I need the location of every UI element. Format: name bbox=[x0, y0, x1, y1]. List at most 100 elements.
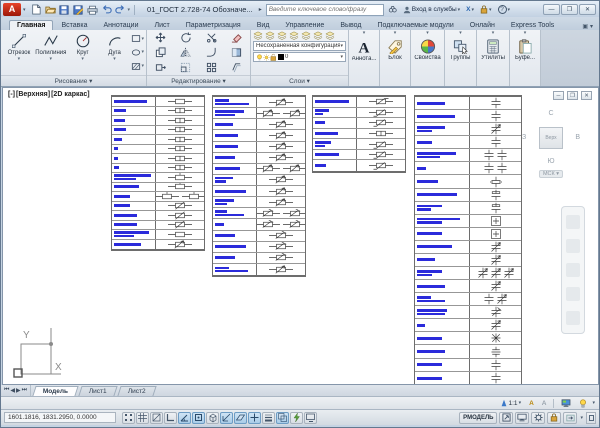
panel-flyout-caret-icon[interactable]: ▾ bbox=[510, 30, 540, 37]
exchange-apps-button[interactable]: X▾ bbox=[464, 3, 476, 16]
toggle-ortho-button[interactable] bbox=[164, 412, 177, 424]
ribbon-tab-аннотации[interactable]: Аннотации bbox=[96, 20, 147, 30]
zoom-icon[interactable] bbox=[566, 263, 580, 277]
toolbar-lock-button[interactable] bbox=[547, 412, 561, 424]
viewport-visual-style-button[interactable]: [2D каркас] bbox=[51, 91, 90, 98]
minimize-button[interactable]: — bbox=[543, 4, 560, 15]
tool-layer-prev[interactable] bbox=[313, 31, 323, 40]
annotation-scale-button[interactable]: 1:1 ▾ bbox=[497, 398, 525, 409]
clean-screen-button[interactable] bbox=[586, 412, 596, 424]
ribbon-tab-параметризация[interactable]: Параметризация bbox=[178, 20, 249, 30]
ribbon-tab-вывод[interactable]: Вывод bbox=[332, 20, 369, 30]
model-space-button[interactable]: РМОДЕЛЬ bbox=[459, 412, 497, 424]
ribbon-tab-онлайн[interactable]: Онлайн bbox=[462, 20, 503, 30]
viewcube-east-label[interactable]: В bbox=[575, 134, 580, 141]
tool-rotate[interactable] bbox=[175, 32, 198, 43]
ribbon-tab-вид[interactable]: Вид bbox=[249, 20, 278, 30]
tool-layer-props[interactable] bbox=[253, 31, 263, 40]
tool-layer-state[interactable] bbox=[325, 31, 335, 40]
orbit-icon[interactable] bbox=[566, 287, 580, 301]
panel-button-аннота[interactable]: AАннота... bbox=[349, 37, 379, 86]
tool-move[interactable] bbox=[149, 32, 172, 43]
status-tray-button[interactable] bbox=[558, 398, 574, 409]
panel-label[interactable]: Слои ▾ bbox=[251, 75, 348, 86]
tool-mirror[interactable] bbox=[175, 47, 198, 58]
tool-layer-freeze[interactable] bbox=[277, 31, 287, 40]
panel-button-буфе[interactable]: Буфе... bbox=[510, 37, 540, 86]
ribbon-tab-главная[interactable]: Главная bbox=[9, 20, 53, 30]
save-button[interactable] bbox=[58, 3, 71, 16]
coordinates-display[interactable]: 1601.1816, 1831.2950, 0.0000 bbox=[4, 412, 116, 423]
panel-flyout-caret-icon[interactable]: ▾ bbox=[445, 30, 476, 37]
ribbon-tab-express-tools[interactable]: Express Tools bbox=[503, 20, 562, 30]
small-tool-hatch[interactable]: ▾ bbox=[131, 62, 145, 71]
infocenter-search-button[interactable] bbox=[386, 3, 399, 16]
toggle-ducs-button[interactable] bbox=[234, 412, 247, 424]
layout-tab-модель[interactable]: Модель bbox=[32, 386, 78, 396]
viewcube-top-face[interactable]: Верх bbox=[539, 127, 563, 149]
viewcube[interactable]: С З В Ю Верх МСК ▾ bbox=[522, 110, 580, 184]
layout-nav-prev-button[interactable]: ◀ bbox=[10, 387, 15, 394]
doc-restore-button[interactable]: ❐ bbox=[567, 91, 578, 100]
toggle-qp-button[interactable] bbox=[290, 412, 303, 424]
viewcube-south-label[interactable]: Ю bbox=[547, 158, 554, 165]
layout-tab-лист2[interactable]: Лист2 bbox=[117, 386, 156, 396]
tray-monitor-button[interactable] bbox=[515, 412, 529, 424]
panel-button-блок[interactable]: Блок bbox=[380, 37, 410, 86]
infocenter-search-input[interactable] bbox=[267, 6, 383, 13]
tool-line[interactable]: Отрезок▾ bbox=[3, 31, 35, 74]
tool-scale[interactable] bbox=[175, 62, 198, 73]
doc-close-button[interactable]: ✕ bbox=[581, 91, 592, 100]
undo-button[interactable] bbox=[100, 3, 113, 16]
ribbon-minimize-button[interactable]: ▣ ▾ bbox=[582, 23, 593, 30]
new-button[interactable] bbox=[30, 3, 43, 16]
layer-state-combo[interactable]: Несохраненная конфигурация сло▾ bbox=[253, 41, 346, 51]
tool-array[interactable] bbox=[200, 62, 223, 73]
maximize-button[interactable]: ❐ bbox=[561, 4, 578, 15]
viewcube-north-label[interactable]: С bbox=[548, 110, 553, 117]
tool-circle[interactable]: Круг▾ bbox=[67, 31, 99, 74]
viewport-view-button[interactable]: [Верхняя] bbox=[16, 91, 50, 98]
saveas-button[interactable] bbox=[72, 3, 85, 16]
panel-button-свойства[interactable]: Свойства bbox=[411, 37, 444, 86]
toggle-grid-button[interactable] bbox=[136, 412, 149, 424]
qat-overflow-caret-icon[interactable]: ▾ bbox=[128, 7, 131, 13]
toggle-snap-button[interactable] bbox=[122, 412, 135, 424]
workspace-switch-button[interactable] bbox=[531, 412, 545, 424]
layout-nav-last-button[interactable]: ⏭ bbox=[22, 387, 27, 394]
open-button[interactable] bbox=[44, 3, 57, 16]
layout-nav-next-button[interactable]: ▶ bbox=[16, 387, 21, 394]
panel-flyout-caret-icon[interactable]: ▾ bbox=[349, 30, 379, 37]
app-menu-button[interactable]: A bbox=[3, 3, 21, 16]
tool-stretch[interactable] bbox=[149, 62, 172, 73]
toggle-otrack-button[interactable] bbox=[220, 412, 233, 424]
ribbon-tab-лист[interactable]: Лист bbox=[147, 20, 178, 30]
statusbar-overflow-caret-icon[interactable]: ▾ bbox=[579, 415, 584, 421]
close-button[interactable]: ✕ bbox=[579, 4, 596, 15]
panel-label[interactable]: Рисование ▾ bbox=[1, 75, 146, 86]
small-tool-ellipse[interactable]: ▾ bbox=[131, 48, 145, 57]
tray-settings-button[interactable] bbox=[563, 412, 577, 424]
viewport-menu-button[interactable]: [-] bbox=[8, 91, 15, 98]
signin-button[interactable]: Вход в службы▾ bbox=[401, 3, 462, 16]
panel-flyout-caret-icon[interactable]: ▾ bbox=[477, 30, 509, 37]
tool-arc[interactable]: Дуга▾ bbox=[99, 31, 131, 74]
layout-tab-лист1[interactable]: Лист1 bbox=[79, 386, 118, 396]
layout-nav-first-button[interactable]: ⏮ bbox=[4, 387, 9, 394]
infocenter-toggle-icon[interactable]: ▸ bbox=[259, 6, 262, 13]
toggle-lwt-button[interactable] bbox=[262, 412, 275, 424]
viewcube-wcs-menu[interactable]: МСК ▾ bbox=[539, 170, 563, 178]
ribbon-tab-управление[interactable]: Управление bbox=[277, 20, 332, 30]
tool-erase[interactable] bbox=[226, 32, 249, 43]
app-menu-caret-icon[interactable]: ▾ bbox=[23, 7, 26, 13]
toggle-polar-button[interactable] bbox=[178, 412, 191, 424]
tool-polyline[interactable]: Полилиния▾ bbox=[35, 31, 67, 74]
security-lock-button[interactable]: ▾ bbox=[478, 3, 494, 16]
drawing-status-lightbulb-button[interactable] bbox=[576, 398, 590, 409]
help-button[interactable]: ? ▾ bbox=[496, 3, 513, 16]
dsb-overflow-caret-icon[interactable]: ▾ bbox=[592, 400, 595, 406]
redo-button[interactable] bbox=[114, 3, 127, 16]
tool-layer-lock[interactable] bbox=[289, 31, 299, 40]
showmotion-icon[interactable] bbox=[566, 311, 580, 325]
toggle-tpy-button[interactable] bbox=[276, 412, 289, 424]
